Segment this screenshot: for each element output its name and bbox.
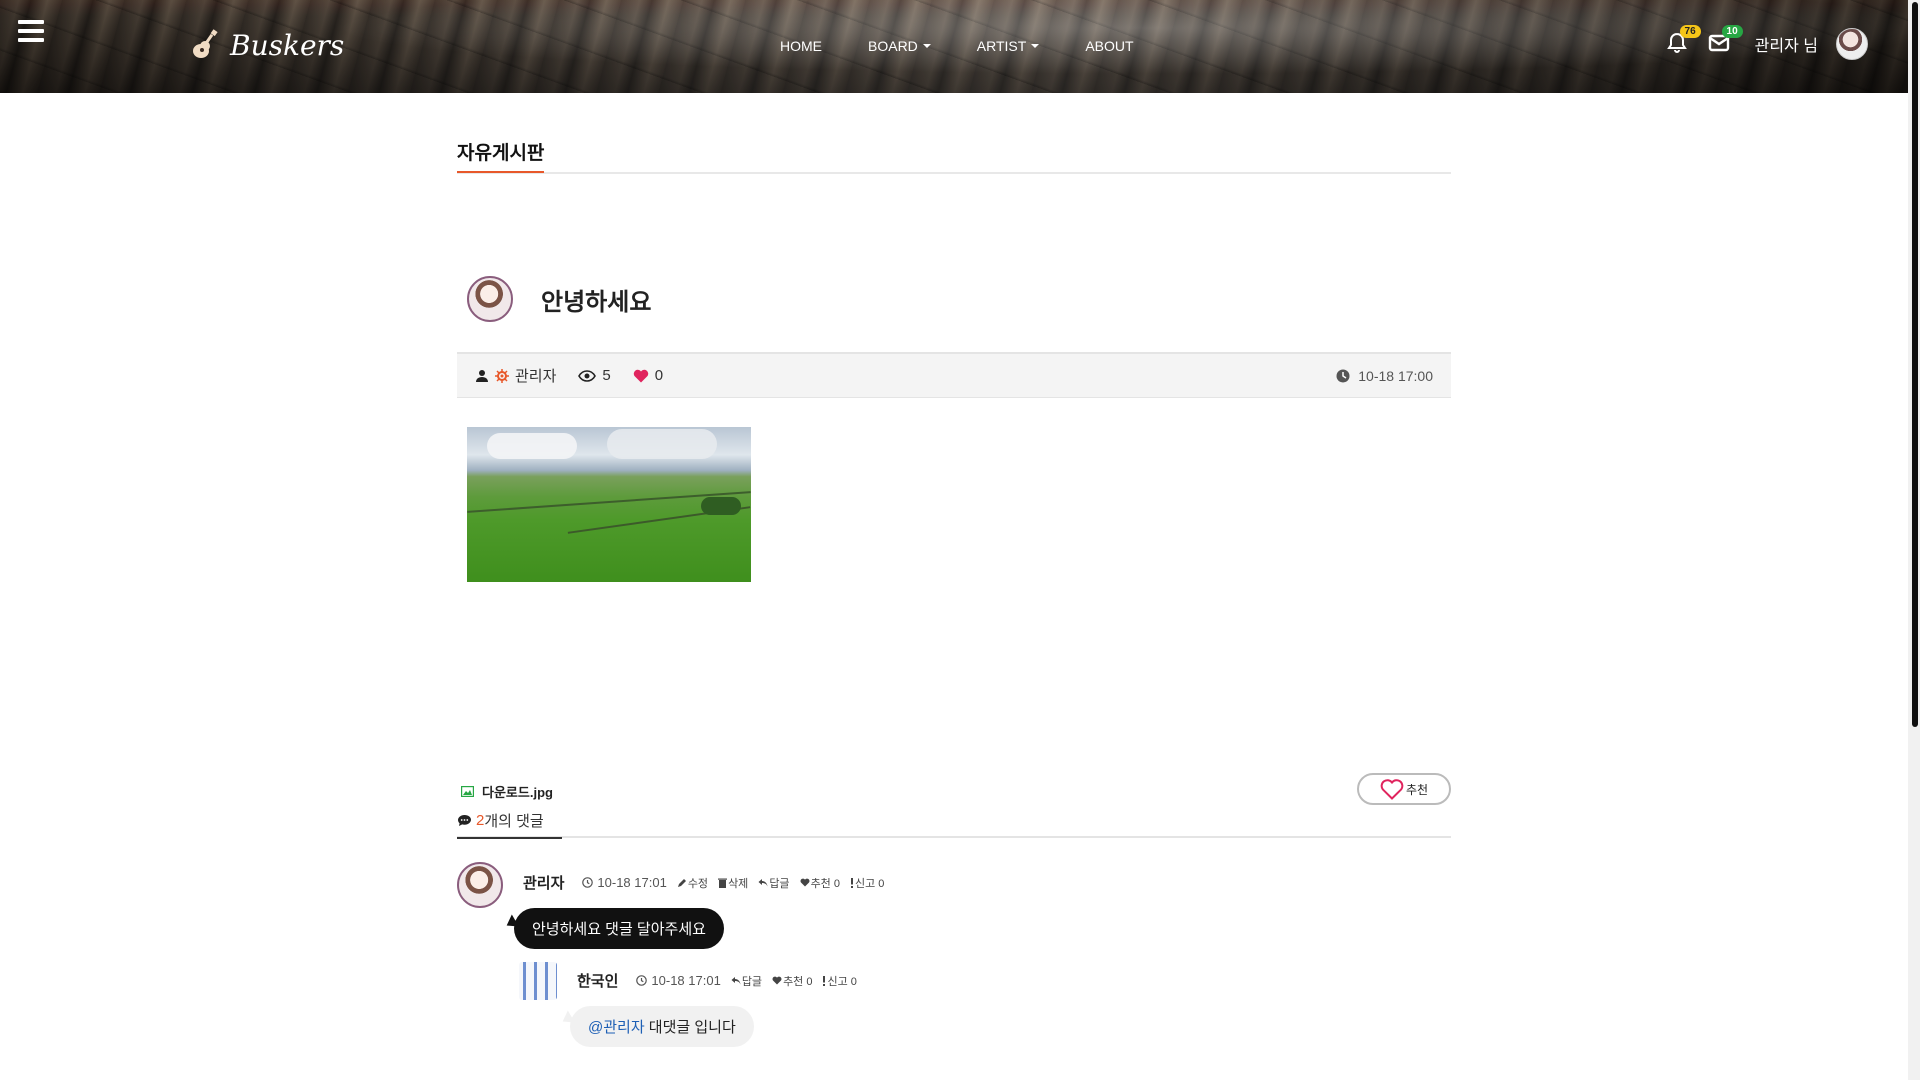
header-user-area: 76 10 관리자 님: [1665, 25, 1868, 60]
reply-mention[interactable]: @관리자: [588, 1019, 645, 1036]
board-title-bar: 자유게시판: [457, 138, 1451, 174]
reply-reply-button[interactable]: 답글: [731, 973, 762, 989]
comment-reply-label: 답글: [769, 877, 790, 890]
reply-recommend-button[interactable]: 추천 0: [772, 973, 812, 989]
nav-board-label: BOARD: [868, 38, 918, 54]
reply-bubble: @관리자 대댓글 입니다: [570, 1006, 754, 1047]
post-meta-bar: 관리자 5 0 10-18 17:00: [457, 352, 1451, 398]
nav-home-label: HOME: [780, 38, 822, 54]
post-header: 안녕하세요: [467, 276, 651, 322]
post-views-count: 5: [602, 367, 611, 384]
message-button[interactable]: 10: [1707, 25, 1743, 57]
post-title: 안녕하세요: [541, 288, 652, 316]
user-icon: [476, 369, 488, 382]
scrollbar-thumb[interactable]: [1912, 2, 1918, 727]
reply-text: 대댓글 입니다: [644, 1019, 736, 1036]
comment-reply-button[interactable]: 답글: [758, 875, 790, 891]
menu-icon[interactable]: [18, 20, 44, 42]
message-count-badge: 10: [1721, 25, 1743, 38]
nav-about-label: ABOUT: [1085, 38, 1134, 54]
reply-author-avatar[interactable]: [519, 962, 557, 1000]
heart-icon: [633, 369, 648, 382]
user-greeting[interactable]: 관리자 님: [1755, 32, 1818, 56]
reply-reply-label: 답글: [741, 975, 763, 988]
clock-outline-icon: [636, 975, 648, 986]
post-datetime-text: 10-18 17:00: [1358, 367, 1433, 384]
nav-about[interactable]: ABOUT: [1085, 38, 1133, 54]
clock-outline-icon: [582, 877, 594, 888]
comment-time: 10-18 17:01: [582, 875, 667, 890]
nav-board[interactable]: BOARD: [868, 38, 931, 54]
comment-delete-button[interactable]: 삭제: [718, 875, 748, 891]
comments-header-bar: 2 개의 댓글: [457, 808, 1451, 839]
trash-icon: [718, 878, 728, 888]
comment-delete-label: 삭제: [728, 877, 749, 890]
user-avatar[interactable]: [1836, 28, 1868, 60]
post-views: 5: [578, 367, 611, 384]
top-header: Buskers HOME BOARD ARTIST ABOUT 76 10 관리…: [0, 0, 1908, 93]
recommend-button[interactable]: 추천: [1357, 773, 1451, 805]
main-nav: HOME BOARD ARTIST ABOUT: [780, 38, 1180, 54]
comment-text: 안녕하세요 댓글 달아주세요: [532, 921, 706, 938]
admin-gear-icon: [495, 368, 509, 383]
image-file-icon: [461, 786, 474, 797]
reply-report-label: 신고 0: [827, 975, 857, 988]
attachment-link[interactable]: 다운로드.jpg: [461, 782, 553, 801]
comment-bubble: 안녕하세요 댓글 달아주세요: [514, 908, 724, 949]
comment-author[interactable]: 관리자: [523, 872, 564, 893]
comments-header: 2 개의 댓글: [457, 808, 562, 839]
notification-count-badge: 76: [1679, 25, 1701, 38]
reply-icon: [758, 879, 768, 887]
reply-icon: [731, 977, 741, 985]
comment-icon: [458, 815, 471, 826]
eye-icon: [578, 369, 597, 382]
reply-author[interactable]: 한국인: [577, 970, 618, 991]
attachment-filename: 다운로드.jpg: [482, 785, 553, 800]
comment-author-avatar[interactable]: [457, 862, 503, 908]
site-logo[interactable]: Buskers: [190, 28, 344, 62]
reply-time-text: 10-18 17:01: [651, 973, 721, 988]
comments-count: 2: [476, 812, 485, 829]
notification-button[interactable]: 76: [1665, 25, 1701, 57]
exclamation-icon: [823, 975, 826, 986]
nav-artist-label: ARTIST: [976, 38, 1027, 54]
comment-time-text: 10-18 17:01: [597, 875, 667, 890]
comment-recommend-label: 추천 0: [810, 877, 840, 890]
pencil-icon: [677, 878, 686, 887]
nav-artist[interactable]: ARTIST: [977, 38, 1040, 54]
nav-home[interactable]: HOME: [780, 38, 822, 54]
guitar-icon: [193, 29, 218, 58]
comment-edit-label: 수정: [687, 877, 709, 890]
post-author-name: 관리자: [515, 368, 557, 385]
post-likes-count: 0: [654, 367, 664, 384]
recommend-label: 추천: [1405, 782, 1429, 797]
reply-comment-item: 한국인 10-18 17:01 답글 추천 0 신고 0: [519, 962, 867, 1000]
logo-text: Buskers: [230, 28, 345, 62]
post-likes: 0: [633, 367, 663, 384]
caret-down-icon: [922, 44, 931, 48]
post-author[interactable]: 관리자: [475, 365, 556, 386]
comment-recommend-button[interactable]: 추천 0: [800, 875, 840, 891]
comment-edit-button[interactable]: 수정: [677, 875, 708, 891]
page-scrollbar[interactable]: [1908, 0, 1920, 1080]
clock-icon: [1336, 369, 1350, 382]
post-datetime: 10-18 17:00: [1336, 368, 1433, 384]
comment-item: 관리자 10-18 17:01 수정 삭제 답글 추천 0 신고 0: [457, 862, 894, 908]
reply-report-button[interactable]: 신고 0: [822, 973, 857, 989]
heart-icon: [772, 976, 782, 985]
post-image-landscape[interactable]: [467, 427, 751, 582]
exclamation-icon: [850, 877, 853, 888]
board-title: 자유게시판: [457, 138, 545, 173]
heart-icon: [800, 878, 810, 887]
caret-down-icon: [1031, 44, 1040, 48]
comment-report-label: 신고 0: [854, 877, 885, 890]
author-avatar[interactable]: [467, 276, 513, 322]
reply-time: 10-18 17:01: [636, 973, 721, 988]
comments-count-suffix: 개의 댓글: [484, 813, 544, 830]
reply-recommend-label: 추천 0: [783, 975, 813, 988]
heart-outline-icon: [1380, 778, 1404, 800]
comment-report-button[interactable]: 신고 0: [850, 875, 884, 891]
